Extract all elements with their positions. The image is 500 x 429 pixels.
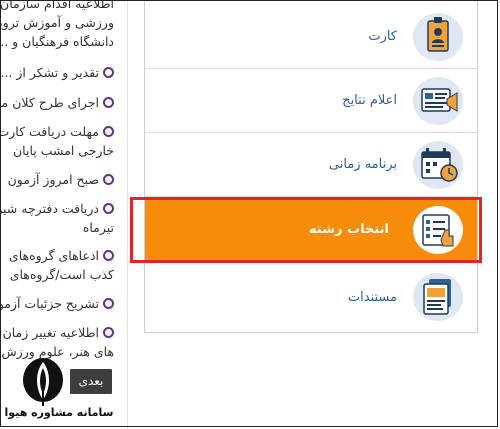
screenshot-border bbox=[0, 0, 498, 427]
